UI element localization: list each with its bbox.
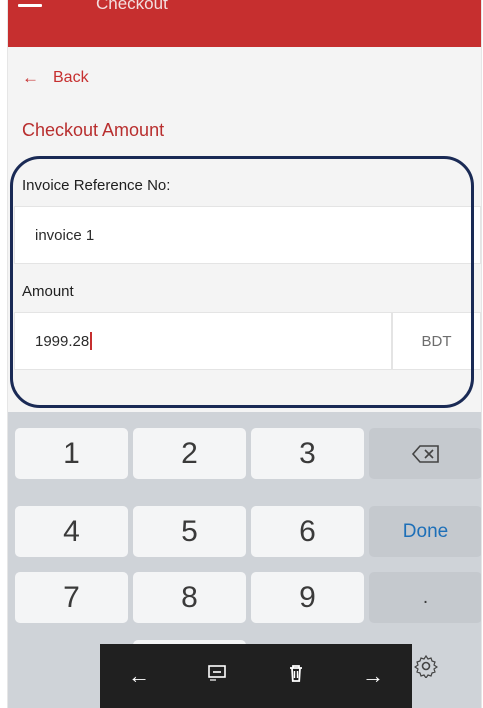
back-label: Back bbox=[53, 69, 89, 86]
next-button[interactable]: → bbox=[362, 663, 384, 689]
key-9[interactable]: 9 bbox=[251, 572, 364, 623]
prev-button[interactable]: ← bbox=[128, 663, 150, 689]
keyboard-icon[interactable] bbox=[206, 663, 230, 689]
key-7[interactable]: 7 bbox=[15, 572, 128, 623]
dot-key[interactable]: . bbox=[369, 572, 481, 623]
key-4[interactable]: 4 bbox=[15, 506, 128, 557]
gear-icon bbox=[413, 654, 438, 678]
backspace-icon bbox=[411, 444, 439, 463]
trash-icon[interactable] bbox=[286, 662, 306, 690]
edit-toolbar: ← → bbox=[100, 644, 412, 708]
key-3[interactable]: 3 bbox=[251, 428, 364, 479]
menu-icon[interactable] bbox=[18, 0, 46, 10]
page-title: Checkout Amount bbox=[22, 120, 165, 140]
key-6[interactable]: 6 bbox=[251, 506, 364, 557]
done-key[interactable]: Done bbox=[369, 506, 481, 557]
key-1[interactable]: 1 bbox=[15, 428, 128, 479]
key-5[interactable]: 5 bbox=[133, 506, 246, 557]
app-bar: Checkout bbox=[8, 0, 481, 47]
key-8[interactable]: 8 bbox=[133, 572, 246, 623]
form-highlight-outline bbox=[10, 156, 474, 408]
backspace-key[interactable] bbox=[369, 428, 481, 479]
back-button[interactable]: ← Back bbox=[22, 66, 89, 90]
app-bar-title: Checkout bbox=[96, 0, 168, 13]
key-2[interactable]: 2 bbox=[133, 428, 246, 479]
phone-screen: Checkout ← Back Checkout Amount Invoice … bbox=[8, 0, 481, 708]
arrow-left-icon: ← bbox=[22, 68, 39, 87]
